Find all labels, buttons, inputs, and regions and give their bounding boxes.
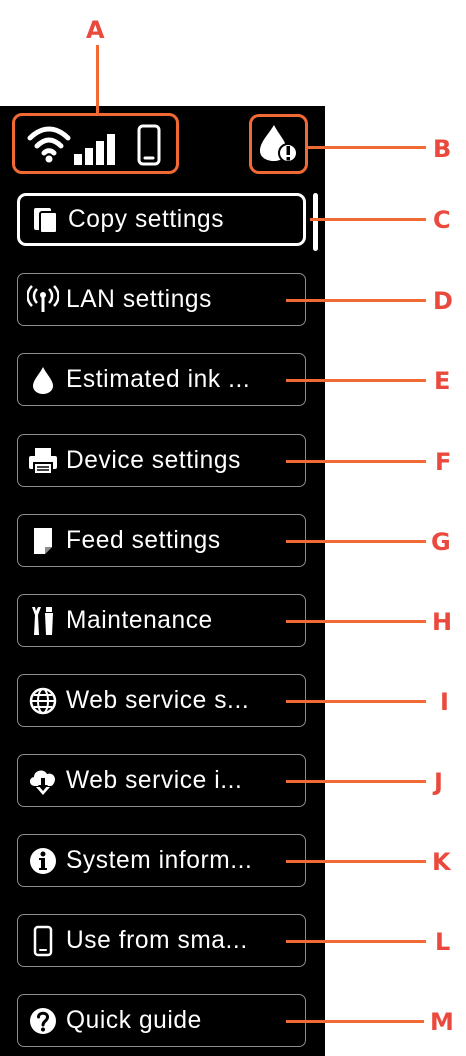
callout-k: K xyxy=(432,848,451,876)
menu-item-label: Web service s... xyxy=(66,686,250,714)
callout-h: H xyxy=(432,608,453,636)
menu-item-label: Estimated ink ... xyxy=(66,365,251,393)
paper-icon xyxy=(26,524,60,558)
callout-line-e xyxy=(286,379,426,382)
callout-line-c xyxy=(310,218,426,221)
callout-line-f xyxy=(286,460,426,463)
copy-icon xyxy=(28,203,62,237)
callout-line-i xyxy=(286,700,426,703)
callout-m: M xyxy=(430,1008,454,1036)
menu-item-label: Feed settings xyxy=(66,526,221,554)
callout-e: E xyxy=(434,367,451,395)
menu-item-device-settings[interactable]: Device settings xyxy=(17,434,306,487)
menu-scrollbar[interactable] xyxy=(313,193,318,251)
menu-item-quick-guide[interactable]: Quick guide xyxy=(17,994,306,1047)
callout-i: I xyxy=(440,688,449,716)
menu-item-copy-settings[interactable]: Copy settings xyxy=(17,193,306,246)
menu-item-label: Maintenance xyxy=(66,606,213,634)
callout-line-d xyxy=(286,299,426,302)
ink-drop-icon xyxy=(26,363,60,397)
menu-item-label: Quick guide xyxy=(66,1006,202,1034)
menu-item-lan-settings[interactable]: LAN settings xyxy=(17,273,306,326)
menu-item-label: System inform... xyxy=(66,846,253,874)
ink-status-highlight xyxy=(249,114,308,174)
smartphone-icon xyxy=(26,924,60,958)
menu-item-label: LAN settings xyxy=(66,285,212,313)
callout-j: J xyxy=(434,768,443,796)
menu-item-web-service-setup[interactable]: Web service s... xyxy=(17,674,306,727)
callout-line-h xyxy=(286,620,426,623)
callout-line-b xyxy=(308,146,426,149)
wireless-antenna-icon xyxy=(26,283,60,317)
printer-icon xyxy=(26,444,60,478)
callout-line-j xyxy=(286,780,426,783)
info-icon xyxy=(26,844,60,878)
callout-c: C xyxy=(433,206,451,234)
callout-g: G xyxy=(431,528,451,556)
help-icon xyxy=(26,1004,60,1038)
callout-line-g xyxy=(286,540,426,543)
printer-panel-illustration: A B Copy settings LAN settings Estimated… xyxy=(0,0,466,1056)
network-status-highlight xyxy=(12,113,179,174)
tools-icon xyxy=(26,604,60,638)
cloud-download-icon xyxy=(26,764,60,798)
menu-item-feed-settings[interactable]: Feed settings xyxy=(17,514,306,567)
callout-line-m xyxy=(286,1020,424,1023)
menu-item-label: Copy settings xyxy=(68,205,225,233)
callout-line-a xyxy=(96,45,99,113)
menu-item-label: Use from sma... xyxy=(66,926,248,954)
globe-icon xyxy=(26,684,60,718)
menu-item-label: Web service i... xyxy=(66,766,243,794)
callout-d: D xyxy=(433,287,453,315)
callout-b: B xyxy=(433,135,452,163)
callout-line-k xyxy=(286,860,426,863)
menu-item-system-information[interactable]: System inform... xyxy=(17,834,306,887)
menu-item-use-from-smartphone[interactable]: Use from sma... xyxy=(17,914,306,967)
callout-line-l xyxy=(286,940,426,943)
callout-a: A xyxy=(86,16,105,44)
menu-item-estimated-ink[interactable]: Estimated ink ... xyxy=(17,353,306,406)
menu-item-maintenance[interactable]: Maintenance xyxy=(17,594,306,647)
menu-item-label: Device settings xyxy=(66,446,241,474)
callout-f: F xyxy=(435,448,452,476)
menu-item-web-service-inquiry[interactable]: Web service i... xyxy=(17,754,306,807)
callout-l: L xyxy=(435,928,451,956)
